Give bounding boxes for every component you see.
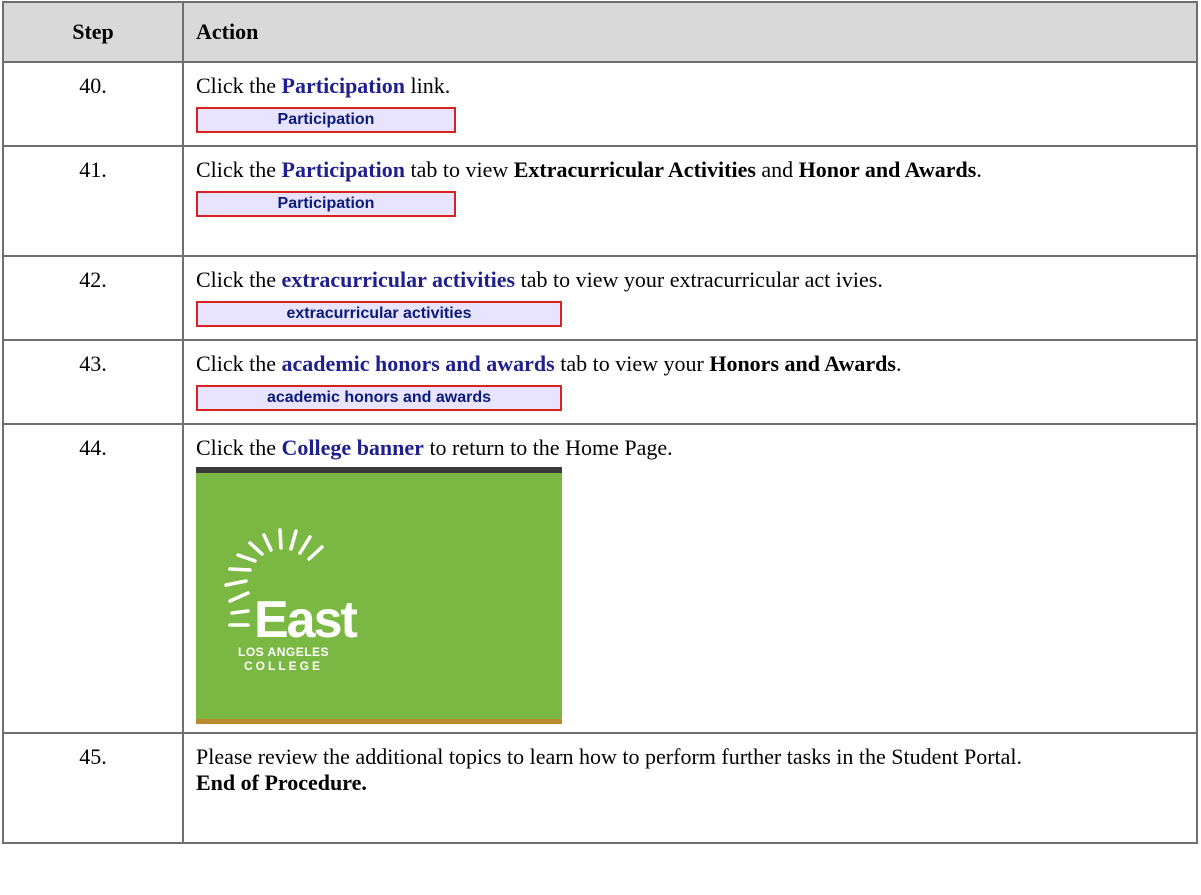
keyword-extracurricular-activities: extracurricular activities (281, 267, 516, 292)
action-cell: Click the Participation link. Participat… (182, 61, 1198, 147)
logo-los-angeles-text: LOS ANGELES (238, 645, 329, 659)
logo-college-text: COLLEGE (244, 659, 323, 673)
college-banner[interactable]: East LOS ANGELES COLLEGE (196, 467, 562, 724)
instruction-segment: Click the (196, 157, 282, 182)
keyword-college-banner: College banner (281, 435, 424, 460)
action-cell: Click the academic honors and awards tab… (182, 339, 1198, 425)
table-row: 45. Please review the additional topics … (2, 732, 1198, 844)
table-row: 40. Click the Participation link. Partic… (2, 61, 1198, 147)
instruction-segment: tab to view (404, 157, 514, 182)
instruction-text: Click the extracurricular activities tab… (196, 267, 1184, 293)
table-header-row: Step Action (2, 1, 1198, 63)
keyword-honor-awards: Honor and Awards (798, 157, 977, 182)
instruction-segment: Click the (196, 351, 282, 376)
step-number: 43. (2, 339, 184, 425)
table-row: 44. Click the College banner to return t… (2, 423, 1198, 734)
academic-honors-awards-tab-screenshot[interactable]: academic honors and awards (196, 385, 562, 411)
action-cell: Click the extracurricular activities tab… (182, 255, 1198, 341)
instruction-segment: to return to the Home Page. (423, 435, 673, 460)
instruction-text: Click the Participation link. (196, 73, 1184, 99)
keyword-participation: Participation (281, 73, 405, 98)
step-number: 44. (2, 423, 184, 734)
instruction-text: Please review the additional topics to l… (196, 744, 1023, 769)
keyword-participation: Participation (281, 157, 405, 182)
logo-east-text: East (254, 591, 358, 649)
step-number: 40. (2, 61, 184, 147)
instruction-segment: and (755, 157, 799, 182)
instruction-segment: Click the (196, 435, 282, 460)
action-cell: Click the Participation tab to view Extr… (182, 145, 1198, 257)
table-row: 42. Click the extracurricular activities… (2, 255, 1198, 341)
instruction-text: Click the academic honors and awards tab… (196, 351, 1184, 377)
keyword-extracurricular: Extracurricular Activities (513, 157, 756, 182)
instruction-text: Click the Participation tab to view Extr… (196, 157, 1184, 183)
participation-tab-screenshot[interactable]: Participation (196, 191, 456, 217)
step-number: 41. (2, 145, 184, 257)
table-row: 41. Click the Participation tab to view … (2, 145, 1198, 257)
step-number: 45. (2, 732, 184, 844)
extracurricular-activities-tab-screenshot[interactable]: extracurricular activities (196, 301, 562, 327)
participation-link-screenshot[interactable]: Participation (196, 107, 456, 133)
instruction-segment: . (976, 157, 982, 182)
action-cell: Please review the additional topics to l… (182, 732, 1198, 844)
keyword-academic-honors-awards: academic honors and awards (281, 351, 555, 376)
action-column-header: Action (182, 1, 1198, 63)
keyword-honors-awards: Honors and Awards (709, 351, 896, 376)
step-number: 42. (2, 255, 184, 341)
step-column-header: Step (2, 1, 184, 63)
instruction-segment: Click the (196, 73, 282, 98)
instruction-segment: tab to view your extracurricular act ivi… (515, 267, 883, 292)
instruction-segment: tab to view your (554, 351, 710, 376)
college-logo: East LOS ANGELES COLLEGE (224, 528, 360, 673)
end-of-procedure: End of Procedure. (196, 770, 367, 795)
table-row: 43. Click the academic honors and awards… (2, 339, 1198, 425)
instruction-text: Click the College banner to return to th… (196, 435, 1184, 461)
instruction-segment: link. (404, 73, 451, 98)
instruction-segment: Click the (196, 267, 282, 292)
instruction-segment: . (895, 351, 902, 376)
procedure-table: Step Action 40. Click the Participation … (2, 1, 1198, 844)
action-cell: Click the College banner to return to th… (182, 423, 1198, 734)
